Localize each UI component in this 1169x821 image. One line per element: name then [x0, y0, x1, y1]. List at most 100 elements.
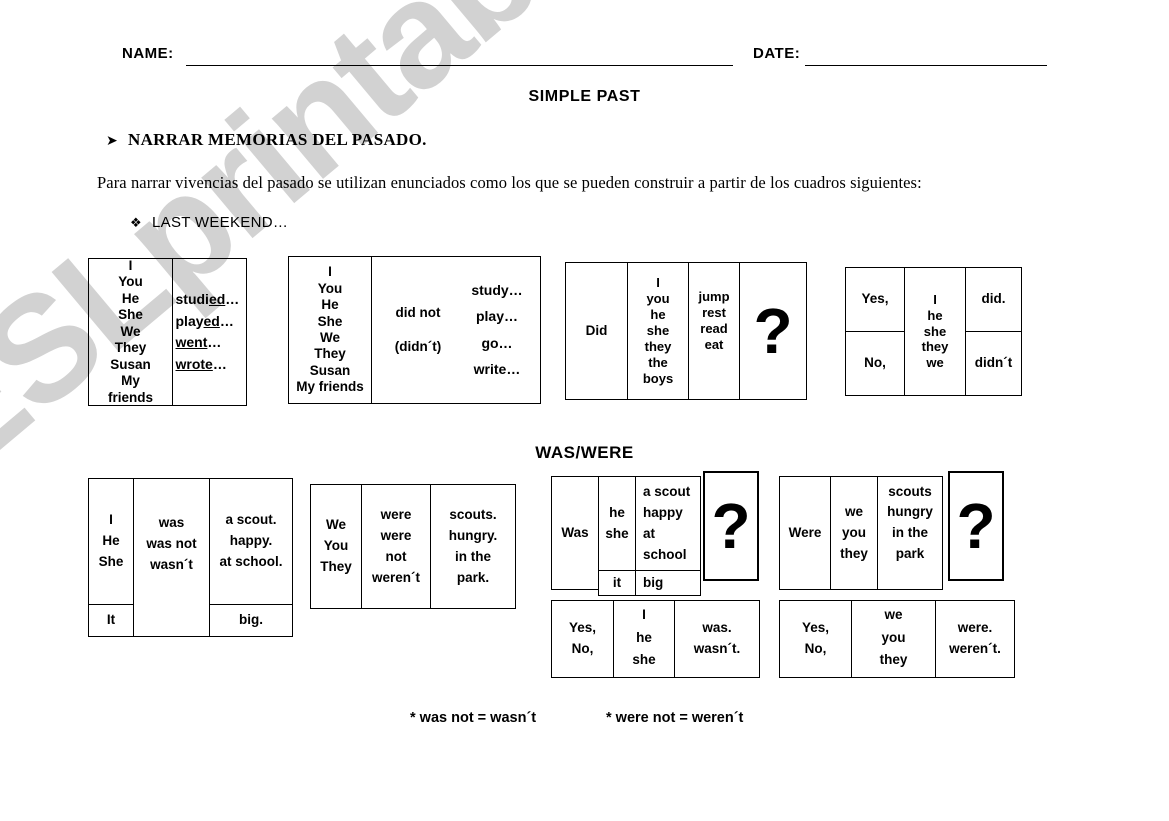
- page-title: SIMPLE PAST: [528, 88, 641, 105]
- subject-item: it: [612, 574, 622, 590]
- were-verbs-list: were were not weren´t: [362, 502, 430, 590]
- were-question-complements-list: scouts hungry in the park: [878, 479, 942, 567]
- answer-negative: weren´t.: [949, 641, 1001, 657]
- subject-item: They: [314, 346, 346, 362]
- subject-item: My friends: [296, 379, 364, 395]
- verb-tail: …: [212, 355, 227, 372]
- complement-item: at: [643, 525, 656, 541]
- subject-item: I: [642, 607, 646, 623]
- verb-tail: …: [219, 312, 234, 329]
- was-question-complements-cell: a scout happy at school: [635, 476, 701, 571]
- subject-item: He: [321, 297, 339, 313]
- complement-item: park.: [456, 569, 490, 585]
- complement-item: scouts: [888, 483, 932, 499]
- subject-item: He: [102, 533, 120, 549]
- short-answer-were-values-list: were. weren´t.: [936, 616, 1014, 662]
- negative-verbs-list: study… play… go… write…: [460, 257, 534, 403]
- verb-stem: play: [175, 312, 204, 329]
- intro-paragraph: Para narrar vivencias del pasado se util…: [97, 173, 922, 192]
- date-input-line[interactable]: [805, 65, 1047, 66]
- verb-item: not: [385, 548, 407, 564]
- subject-item: boys: [642, 370, 674, 386]
- verb-suffix: went: [175, 334, 208, 351]
- arrow-bullet-icon: ➤: [106, 133, 119, 149]
- aux-item: Were: [788, 524, 822, 540]
- verb-item: were: [380, 527, 412, 543]
- short-answer-was-values-list: was. wasn´t.: [675, 616, 759, 662]
- diamond-bullet-icon: ❖: [130, 216, 142, 231]
- answer-yes: Yes,: [801, 620, 830, 636]
- objective-text: NARRAR MEMORIAS DEL PASADO.: [128, 130, 427, 149]
- short-answer-were-yesno-cell: Yes, No,: [779, 600, 852, 678]
- complement-item: a scout: [643, 483, 691, 499]
- section-last-weekend: ❖ LAST WEEKEND…: [130, 214, 288, 231]
- was-question-subject-extra-cell: it: [598, 570, 636, 596]
- were-complements-list: scouts. hungry. in the park.: [431, 502, 515, 590]
- footnote-was: * was not = wasn´t: [410, 710, 537, 726]
- verb-item: jump: [698, 289, 730, 304]
- worksheet-page: ESLprintables.com NAME: DATE: SIMPLE PAS…: [0, 0, 1169, 821]
- subject-item: She: [118, 307, 143, 323]
- verb-item: play…: [475, 308, 518, 325]
- subject-item: You: [317, 280, 343, 296]
- verb-item: weren´t: [371, 569, 420, 585]
- was-question-complements-list: a scout happy at school: [636, 479, 707, 567]
- subject-item: she: [646, 323, 670, 339]
- subject-item: You: [118, 274, 143, 290]
- were-question-aux-cell: Were: [779, 476, 831, 590]
- verb-item: was not: [146, 536, 197, 552]
- was-complements-list: a scout. happy. at school.: [210, 508, 292, 575]
- complement-item: scouts.: [449, 506, 497, 522]
- negative-subjects-list: I You He She We They Susan My friends: [289, 264, 371, 396]
- short-answer-was-subjects-cell: I he she: [613, 600, 675, 678]
- verb-item: write…: [473, 360, 521, 377]
- complement-item: school: [643, 546, 687, 562]
- were-subjects-cell: We You They: [310, 484, 362, 609]
- subject-item: I: [933, 291, 937, 307]
- answer-no: No,: [864, 355, 886, 371]
- subject-item: the: [648, 354, 668, 370]
- section-was-were: WAS/WERE: [535, 443, 634, 462]
- subject-item: She: [98, 554, 124, 570]
- answer-yes: Yes,: [861, 291, 889, 307]
- answer-no: No,: [571, 641, 594, 657]
- short-answer-did-affirmative-cell: did.: [965, 267, 1022, 332]
- name-date-row: NAME: DATE:: [0, 45, 1169, 71]
- verb-item: study…: [471, 282, 523, 299]
- answer-negative: wasn´t.: [693, 641, 741, 657]
- subject-item: they: [879, 652, 908, 668]
- was-subjects-cell: I He She: [88, 478, 134, 605]
- subject-item: they: [840, 545, 868, 561]
- verb-suffix: ed: [208, 291, 226, 308]
- subject-item: friends: [107, 389, 153, 405]
- were-complements-cell: scouts. hungry. in the park.: [430, 484, 516, 609]
- was-verbs-cell: was was not wasn´t: [133, 478, 210, 637]
- verb-item: wasn´t: [150, 557, 193, 573]
- answer-affirmative: was.: [702, 620, 732, 636]
- subject-item: We: [319, 330, 340, 345]
- complement-item: hungry.: [448, 527, 498, 543]
- subject-item: we: [926, 355, 944, 371]
- short-answer-was-values-cell: was. wasn´t.: [674, 600, 760, 678]
- name-input-line[interactable]: [186, 65, 733, 66]
- subject-item: he: [927, 307, 943, 323]
- subject-item: They: [114, 340, 147, 356]
- was-question-subjects-list: he she: [599, 500, 635, 546]
- verb-item: wrote…: [176, 356, 249, 373]
- verb-stem: studi: [175, 291, 209, 308]
- verb-item: were: [380, 506, 412, 522]
- question-mark-glyph: ?: [753, 295, 793, 367]
- name-label: NAME:: [122, 45, 174, 62]
- interrogative-subjects-list: I you he she they the boys: [628, 275, 688, 386]
- aux-item: Did: [585, 322, 608, 338]
- complement-item: happy.: [229, 533, 273, 549]
- short-answer-did-negative-cell: didn´t: [965, 331, 1022, 396]
- verb-tail: …: [207, 334, 222, 351]
- short-answer-did-subjects-list: I he she they we: [905, 292, 965, 371]
- aux-item: (didn´t): [394, 339, 442, 354]
- was-complement-extra-cell: big.: [209, 604, 293, 637]
- subject-item: They: [320, 559, 352, 575]
- watermark: ESLprintables.com: [0, 0, 973, 506]
- date-label: DATE:: [753, 45, 801, 62]
- short-answer-did-yes-cell: Yes,: [845, 267, 905, 332]
